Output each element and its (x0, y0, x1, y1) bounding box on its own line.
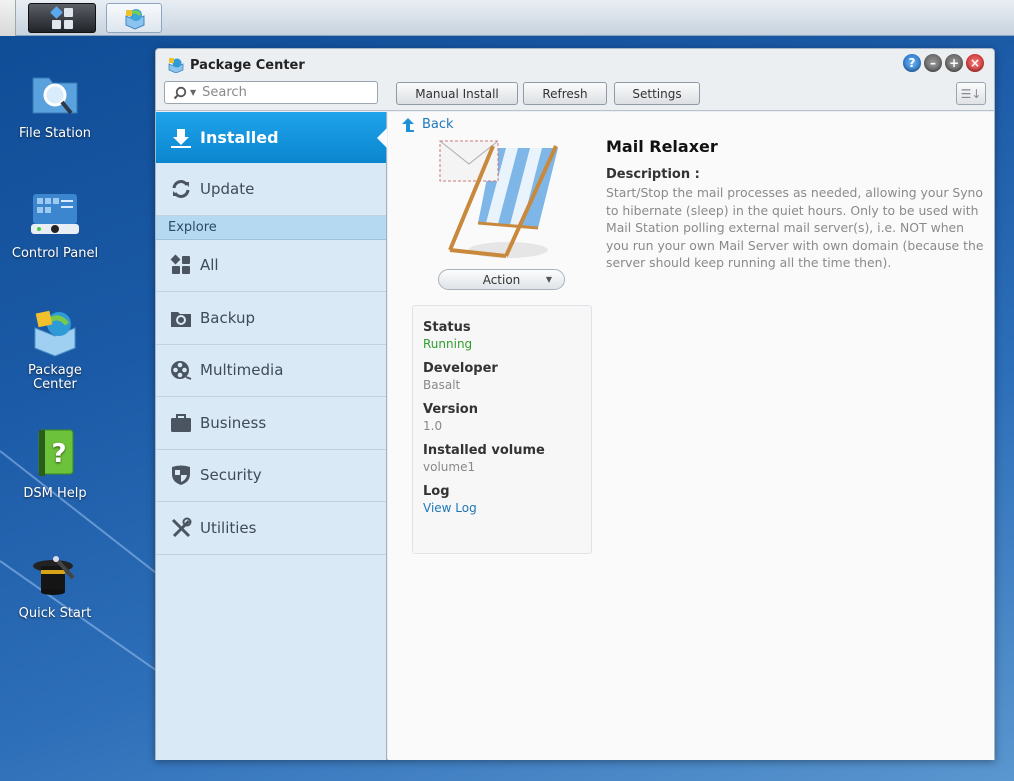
toolbar: ▼ Search Manual Install Refresh Settings… (156, 79, 994, 111)
sidebar-item-label: All (200, 256, 219, 275)
sidebar-item-backup[interactable]: Backup (156, 292, 386, 345)
shield-icon (170, 464, 192, 486)
package-info-card: Status Running Developer Basalt Version … (412, 305, 592, 554)
search-icon (173, 86, 187, 99)
search-dropdown-icon[interactable]: ▼ (190, 88, 196, 97)
sidebar-item-multimedia[interactable]: Multimedia (156, 345, 386, 397)
back-arrow-icon (402, 117, 414, 132)
status-value: Running (423, 337, 473, 351)
backup-icon (170, 307, 192, 329)
tools-icon (170, 517, 192, 539)
close-icon: × (969, 56, 981, 70)
window-title: Package Center (190, 57, 305, 73)
maximize-icon: + (948, 56, 960, 70)
minimize-icon: – (930, 56, 936, 70)
desktop-icon-label: Quick Start (18, 606, 92, 621)
status-label: Status (423, 320, 471, 335)
sidebar-item-label: Utilities (200, 518, 257, 537)
desktop-icon-label: File Station (18, 126, 92, 141)
back-link[interactable]: Back (402, 117, 454, 132)
sidebar-item-label: Update (200, 179, 255, 198)
sidebar-item-update[interactable]: Update (156, 163, 386, 216)
film-reel-icon (170, 359, 192, 381)
maximize-button[interactable]: + (945, 54, 963, 72)
desktop-icon-label: Control Panel (11, 246, 99, 261)
package-center-icon (125, 9, 145, 30)
help-icon: ? (908, 56, 916, 70)
desktop-icon-control-panel[interactable]: Control Panel (0, 188, 110, 261)
sidebar-item-label: Business (200, 413, 267, 432)
taskbar-edge[interactable] (0, 0, 16, 36)
desktop-icon-package-center[interactable]: Package Center (0, 306, 110, 392)
minimize-button[interactable]: – (924, 54, 942, 72)
desktop-icon-quick-start[interactable]: Quick Start (0, 548, 110, 621)
sidebar: Installed Update Explore All Backup Mult (156, 112, 387, 760)
sidebar-item-label: Installed (200, 128, 279, 147)
sidebar-item-all[interactable]: All (156, 240, 386, 292)
package-center-window: Package Center ? – + × ▼ Search Manual I… (155, 48, 995, 760)
back-label: Back (422, 117, 454, 132)
desktop-icon-dsm-help[interactable]: ? DSM Help (0, 428, 110, 501)
description-label: Description : (606, 167, 700, 182)
package-name: Mail Relaxer (606, 137, 718, 156)
sort-button[interactable]: ☰↓ (956, 82, 986, 105)
settings-button[interactable]: Settings (614, 82, 700, 105)
refresh-button[interactable]: Refresh (523, 82, 607, 105)
action-label: Action (482, 272, 521, 287)
sort-icon: ☰↓ (960, 86, 982, 101)
sidebar-item-label: Security (200, 466, 262, 485)
mail-relaxer-package-icon (439, 140, 558, 258)
magic-hat-icon (29, 548, 81, 600)
developer-value: Basalt (423, 378, 461, 392)
sidebar-section-explore: Explore (156, 215, 386, 240)
taskbar (0, 0, 1014, 36)
installed-volume-value: volume1 (423, 460, 476, 474)
refresh-icon (170, 178, 192, 200)
download-icon (170, 127, 192, 149)
main-menu-button[interactable] (28, 3, 96, 33)
close-button[interactable]: × (966, 54, 984, 72)
chevron-down-icon: ▼ (545, 275, 552, 284)
sidebar-item-label: Backup (200, 308, 255, 327)
sidebar-item-business[interactable]: Business (156, 397, 386, 450)
file-station-icon (29, 68, 81, 120)
window-title-bar[interactable]: Package Center (168, 54, 305, 76)
sidebar-item-installed[interactable]: Installed (156, 112, 387, 163)
help-button[interactable]: ? (903, 54, 921, 72)
taskbar-package-center-button[interactable] (106, 3, 162, 33)
svg-text:?: ? (51, 439, 66, 469)
window-controls: ? – + × (903, 54, 984, 72)
version-label: Version (423, 402, 478, 417)
desktop-icon-label: Package Center (28, 363, 82, 392)
installed-volume-label: Installed volume (423, 443, 545, 458)
package-center-icon (29, 306, 81, 358)
package-detail-panel: Back Action ▼ Status Running Developer B… (388, 112, 994, 760)
log-label: Log (423, 484, 450, 499)
action-dropdown-button[interactable]: Action ▼ (438, 269, 565, 290)
description-text: Start/Stop the mail processes as needed,… (606, 185, 984, 270)
sidebar-item-utilities[interactable]: Utilities (156, 502, 386, 555)
grid-icon (170, 254, 192, 276)
manual-install-button[interactable]: Manual Install (396, 82, 518, 105)
desktop-icon-label: DSM Help (23, 486, 87, 501)
search-input[interactable]: ▼ Search (164, 81, 378, 104)
sidebar-item-security[interactable]: Security (156, 450, 386, 502)
help-book-icon: ? (29, 428, 81, 480)
desktop-icon-file-station[interactable]: File Station (0, 68, 110, 141)
version-value: 1.0 (423, 419, 443, 433)
sidebar-item-label: Multimedia (200, 361, 284, 380)
developer-label: Developer (423, 361, 498, 376)
search-placeholder: Search (202, 85, 247, 100)
control-panel-icon (29, 188, 81, 240)
package-center-icon (168, 58, 184, 73)
briefcase-icon (170, 412, 192, 434)
view-log-link[interactable]: View Log (423, 501, 581, 515)
